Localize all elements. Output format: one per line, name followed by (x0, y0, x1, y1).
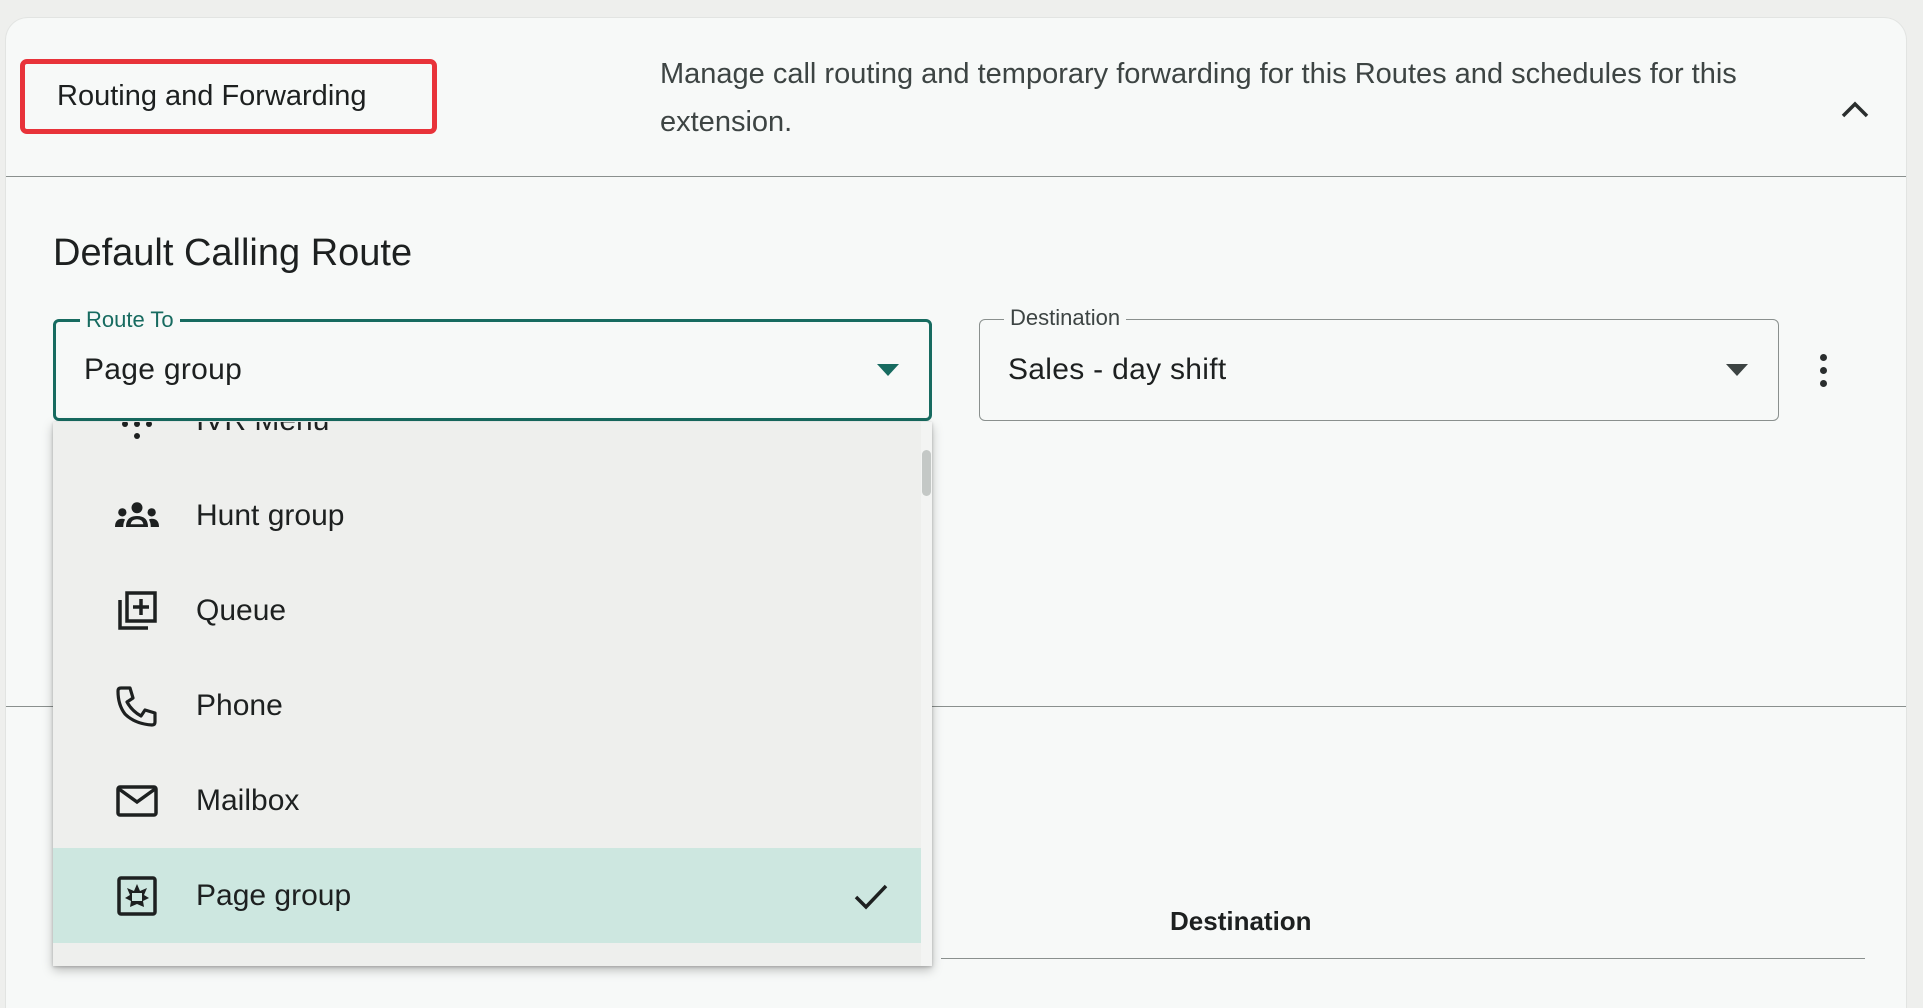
route-to-options-list: IVR Menu Hunt group (53, 422, 921, 943)
menu-item-label: Queue (196, 593, 287, 627)
default-calling-route-title: Default Calling Route (53, 232, 413, 274)
collapse-button[interactable] (1824, 78, 1886, 140)
menu-item-hunt-group[interactable]: Hunt group (53, 468, 921, 563)
library-add-icon (115, 589, 159, 633)
kebab-dot (1819, 366, 1827, 374)
kebab-dot (1819, 353, 1827, 361)
menu-item-queue[interactable]: Queue (53, 563, 921, 658)
destination-value: Sales - day shift (1008, 353, 1227, 386)
kebab-dot (1819, 379, 1827, 387)
menu-item-label: Phone (196, 688, 283, 722)
menu-item-label: Mailbox (196, 783, 300, 817)
route-to-select[interactable]: Route To Page group (53, 306, 932, 421)
groups-icon (115, 494, 159, 538)
menu-scrollbar-thumb[interactable] (922, 450, 931, 496)
check-icon (854, 884, 888, 910)
menu-item-phone[interactable]: Phone (53, 658, 921, 753)
dialpad-icon (115, 422, 159, 443)
menu-item-mailbox[interactable]: Mailbox (53, 753, 921, 848)
route-to-dropdown-menu: IVR Menu Hunt group (53, 422, 932, 966)
menu-item-label: IVR Menu (196, 422, 329, 438)
phone-icon (115, 684, 159, 728)
section-header-title-text: Routing and Forwarding (57, 80, 367, 112)
page-group-icon (115, 874, 159, 918)
menu-item-label: Hunt group (196, 498, 345, 532)
section-header-description: Manage call routing and temporary forwar… (660, 58, 1737, 138)
menu-item-label: Page group (196, 878, 352, 912)
table-header-line (941, 958, 1865, 959)
destination-dropdown-arrow-icon (1726, 364, 1748, 376)
route-to-dropdown-arrow-icon (877, 364, 899, 376)
destination-select[interactable]: Destination Sales - day shift (979, 304, 1779, 421)
table-column-destination: Destination (1170, 906, 1312, 936)
chevron-up-icon (1841, 101, 1869, 118)
menu-item-ivr-menu[interactable]: IVR Menu (53, 422, 921, 468)
mail-icon (115, 779, 159, 823)
section-header-title[interactable]: Routing and Forwarding (20, 59, 437, 134)
header-divider (6, 176, 1906, 177)
kebab-menu-icon[interactable] (1806, 348, 1840, 392)
menu-item-page-group[interactable]: Page group (53, 848, 921, 943)
menu-scrollbar[interactable] (921, 422, 932, 966)
route-to-value: Page group (84, 353, 243, 386)
